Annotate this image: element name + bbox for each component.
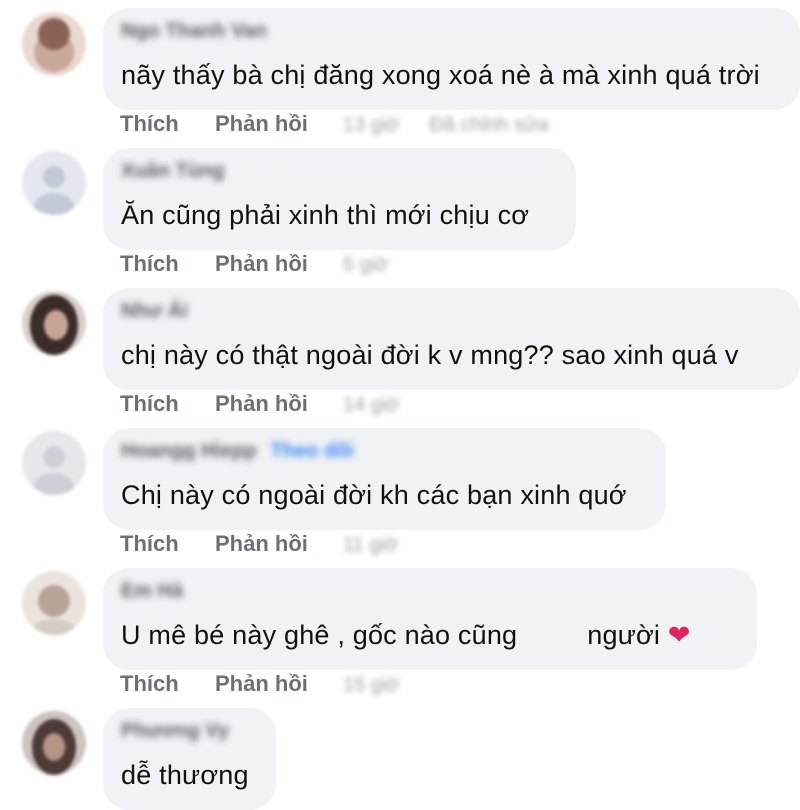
avatar[interactable]	[22, 12, 86, 76]
comment-timestamp[interactable]: 11 giờ	[343, 534, 398, 557]
comment-author[interactable]: Ngo Thanh Van	[121, 20, 267, 43]
comment-text-end: người	[587, 620, 661, 650]
comment-author[interactable]: Như Ái	[121, 300, 188, 323]
comment-bubble: Phương Vy dễ thương	[103, 708, 276, 810]
reply-button[interactable]: Phản hồi	[215, 111, 343, 137]
avatar[interactable]	[22, 431, 86, 495]
comment-text: dễ thương	[121, 760, 249, 790]
comment-actions: Thích Phản hồi 13 giờ Đã chỉnh sửa	[120, 111, 549, 137]
avatar[interactable]	[22, 151, 86, 215]
comment-actions: Thích Phản hồi 11 giờ	[120, 531, 398, 557]
comment-text: nãy thấy bà chị đăng xong xoá nè à mà xi…	[121, 60, 760, 90]
comment-text: Chị này có ngoài đời kh các bạn xinh quớ	[121, 480, 627, 510]
like-button[interactable]: Thích	[120, 531, 215, 557]
avatar[interactable]	[22, 571, 86, 635]
author-name[interactable]: Hoangg Hiepp	[121, 440, 257, 462]
comment-timestamp[interactable]: 5 giờ	[343, 254, 388, 277]
comment-bubble: Ngo Thanh Van nãy thấy bà chị đăng xong …	[103, 8, 800, 110]
comment-actions: Thích Phản hồi 15 giờ	[120, 671, 399, 697]
comment-bubble: Em Hà U mê bé này ghê , gốc nào cũng ngườ…	[103, 568, 757, 670]
heart-icon: ❤	[667, 620, 691, 650]
comment-author[interactable]: Em Hà	[121, 580, 183, 603]
reply-button[interactable]: Phản hồi	[215, 671, 343, 697]
comment-author[interactable]: Xuân Tùng	[121, 160, 224, 183]
avatar[interactable]	[22, 711, 86, 775]
reply-button[interactable]: Phản hồi	[215, 391, 343, 417]
comment-author[interactable]: Phương Vy	[121, 720, 229, 743]
comment-text-start: U mê bé này ghê , gốc nào cũng	[121, 620, 518, 650]
comment-bubble: Hoangg Hiepp Theo dõi Chị này có ngoài đờ…	[103, 428, 666, 530]
comment-text: Ăn cũng phải xinh thì mới chịu cơ	[121, 200, 530, 230]
avatar[interactable]	[22, 291, 86, 355]
reply-button[interactable]: Phản hồi	[215, 251, 343, 277]
reply-button[interactable]: Phản hồi	[215, 531, 343, 557]
comment-text: chị này có thật ngoài đời k v mng?? sao …	[121, 340, 739, 370]
comment-bubble: Như Ái chị này có thật ngoài đời k v mng…	[103, 288, 800, 390]
like-button[interactable]: Thích	[120, 671, 215, 697]
comment-actions: Thích Phản hồi 14 giờ	[120, 391, 399, 417]
comment-author[interactable]: Hoangg Hiepp Theo dõi	[121, 440, 354, 463]
follow-button[interactable]: Theo dõi	[271, 440, 354, 462]
edited-label: Đã chỉnh sửa	[429, 114, 549, 136]
like-button[interactable]: Thích	[120, 251, 215, 277]
comment-timestamp[interactable]: 15 giờ	[343, 674, 399, 697]
comment-timestamp[interactable]: 14 giờ	[343, 394, 399, 417]
comment-bubble: Xuân Tùng Ăn cũng phải xinh thì mới chịu…	[103, 148, 576, 250]
comment-actions: Thích Phản hồi 5 giờ	[120, 251, 388, 277]
like-button[interactable]: Thích	[120, 111, 215, 137]
comment-timestamp[interactable]: 13 giờ	[343, 114, 399, 137]
like-button[interactable]: Thích	[120, 391, 215, 417]
comment-text: U mê bé này ghê , gốc nào cũng người ❤	[121, 620, 691, 651]
